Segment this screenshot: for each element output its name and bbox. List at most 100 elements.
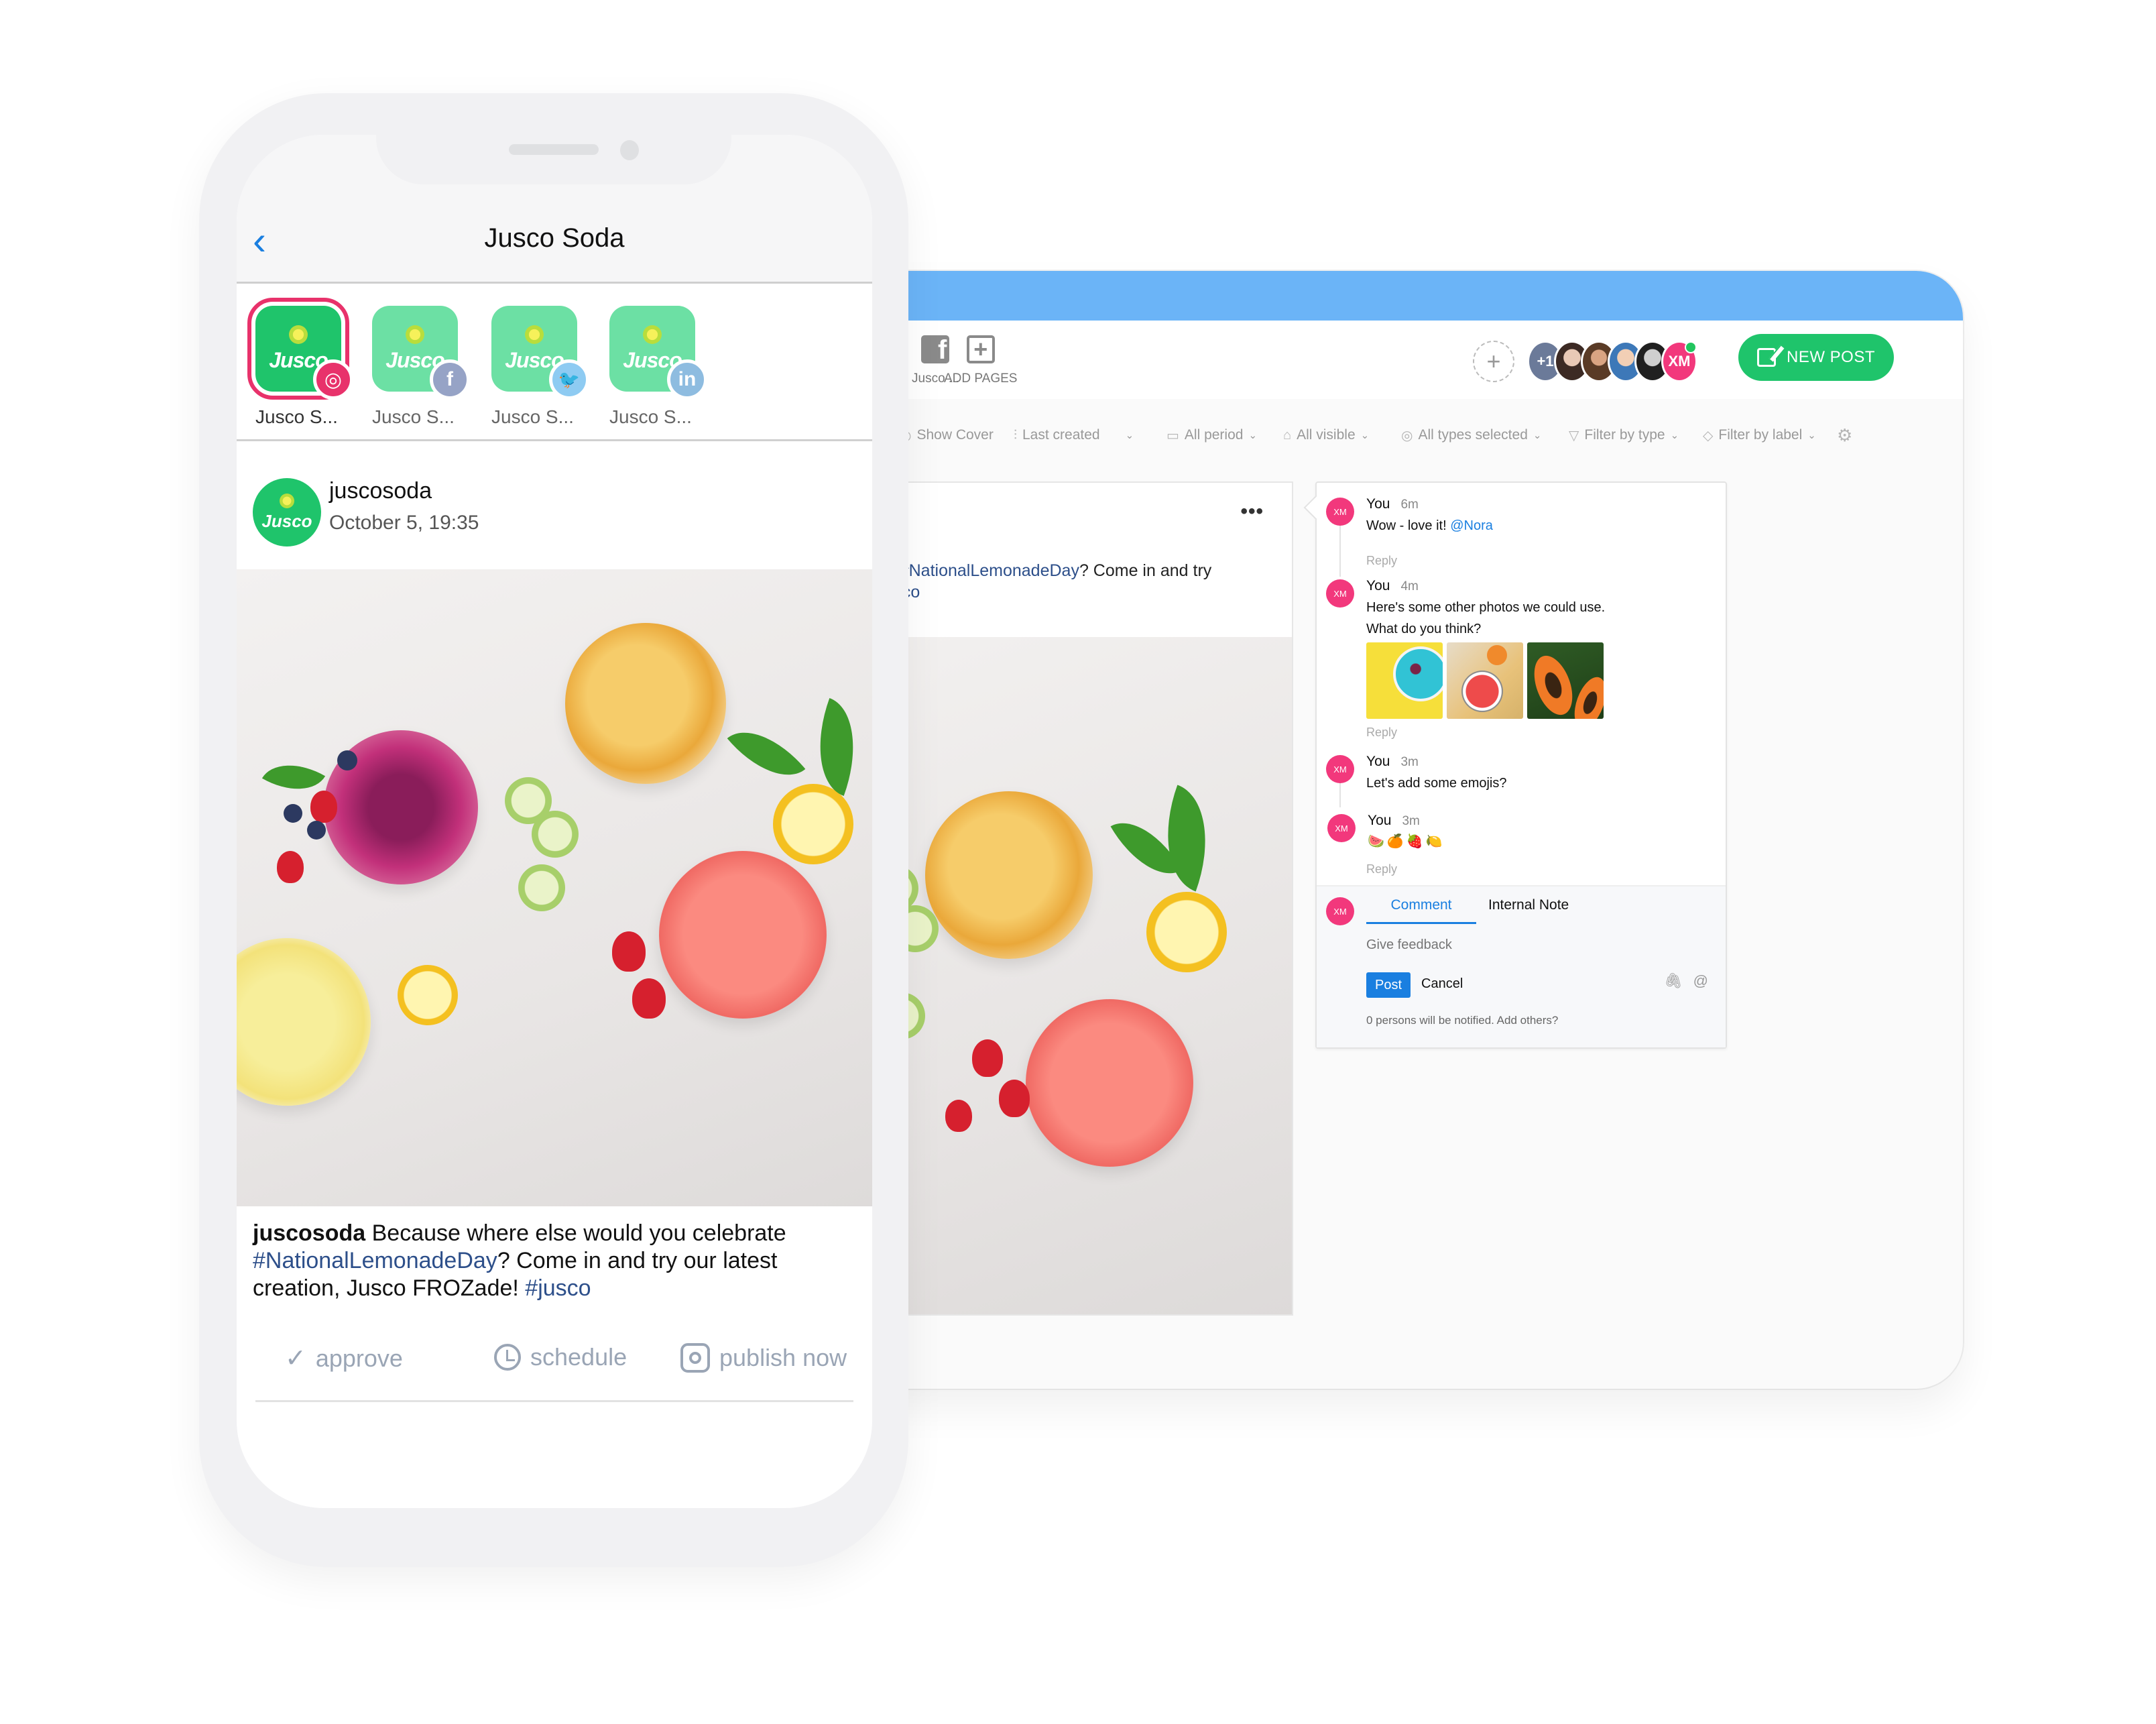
account-tile: Jusco 🐦 (491, 306, 589, 400)
leaf (799, 697, 872, 797)
add-pages-icon: + (966, 335, 995, 363)
paperclip-icon[interactable]: 🖇 (1664, 972, 1683, 990)
filter-label: Show Cover (916, 427, 994, 443)
watermelon-photo[interactable] (1447, 642, 1523, 719)
comment-avatar: XM (1327, 814, 1356, 842)
caption-username[interactable]: juscosoda (253, 1220, 365, 1246)
chevron-down-icon: ⌄ (1125, 430, 1134, 441)
hashtag-link[interactable]: #NationalLemonadeDay (253, 1248, 497, 1273)
tab-internal-note[interactable]: Internal Note (1488, 897, 1569, 913)
add-pages-button[interactable]: + ADD PAGES (944, 335, 1017, 386)
notify-text[interactable]: 0 persons will be notified. Add others? (1366, 1014, 1558, 1027)
chevron-down-icon: ⌄ (1670, 430, 1679, 441)
account-linkedin[interactable]: Jusco in Jusco S... (609, 306, 710, 428)
filter-by-label[interactable]: ◇ Filter by label ⌄ (1703, 427, 1816, 444)
post-caption: ate #NationalLemonadeDay? Come in and tr… (872, 560, 1247, 603)
desktop-app-window: f Jusco ... + ADD PAGES + +1 XM NEW POST… (872, 271, 1963, 1389)
funnel-icon: ▽ (1569, 428, 1579, 443)
comment-time: 3m (1400, 755, 1419, 769)
post-comment-button[interactable]: Post (1366, 972, 1411, 998)
new-post-button[interactable]: NEW POST (1738, 334, 1894, 381)
lime-logo-icon (280, 493, 294, 508)
frozade-glass (1026, 999, 1193, 1167)
schedule-label: schedule (530, 1343, 627, 1371)
smoothie-bowl-photo[interactable] (1366, 642, 1443, 719)
filter-label: All types selected (1418, 427, 1528, 443)
papaya-photo[interactable] (1527, 642, 1604, 719)
blueberry (307, 821, 326, 840)
reply-link[interactable]: Reply (1366, 862, 1397, 876)
brand-wordmark: Jusco (261, 510, 312, 531)
account-selector: Jusco ◎ Jusco S... Jusco f Jusco S... Ju… (237, 286, 872, 441)
strawberry (632, 978, 666, 1019)
chevron-down-icon: ⌄ (1807, 430, 1816, 441)
mention-link[interactable]: @Nora (1450, 518, 1493, 533)
comment-avatar: XM (1326, 579, 1354, 608)
filter-label: Filter by label (1718, 427, 1803, 443)
mention-icon[interactable]: @ (1693, 972, 1708, 990)
lemon-slush-glass (237, 938, 371, 1106)
approve-label: approve (315, 1344, 403, 1372)
leaf (727, 712, 806, 795)
collaborator-avatars[interactable]: +1 XM (1527, 341, 1697, 382)
checkmark-icon: ✓ (285, 1344, 306, 1373)
comment-author: You (1366, 578, 1390, 593)
strawberry (945, 1100, 972, 1132)
comment-time: 6m (1400, 498, 1419, 512)
approve-button[interactable]: ✓ approve (285, 1343, 403, 1373)
reply-link[interactable]: Reply (1366, 726, 1397, 740)
cancel-button[interactable]: Cancel (1421, 976, 1463, 992)
lemon-slice (773, 784, 853, 864)
camera (620, 140, 639, 160)
lemon-slice (398, 965, 458, 1025)
account-facebook[interactable]: Jusco f Jusco S... (372, 306, 473, 428)
post-preview-card[interactable]: ••• ate #NationalLemonadeDay? Come in an… (872, 481, 1293, 1316)
comment-text: Wow - love it! (1366, 518, 1451, 533)
eye-icon: ◎ (1401, 428, 1413, 443)
edit-icon (1756, 348, 1776, 367)
post-caption: juscosoda Because where else would you c… (253, 1220, 856, 1302)
chevron-down-icon: ⌄ (1533, 430, 1542, 441)
composer-avatar: XM (1326, 897, 1354, 925)
filter-period[interactable]: ▭ All period ⌄ (1166, 427, 1257, 444)
instagram-icon (680, 1343, 710, 1373)
schedule-button[interactable]: schedule (494, 1343, 627, 1371)
pages-toolbar: f Jusco ... + ADD PAGES + +1 XM NEW POST (872, 321, 1963, 399)
filter-visibility[interactable]: ⌂ All visible ⌄ (1283, 427, 1369, 443)
app-header-bar (872, 271, 1963, 321)
comment-author: You (1368, 813, 1392, 828)
filter-types[interactable]: ◎ All types selected ⌄ (1401, 427, 1541, 444)
lime-logo-icon (406, 325, 424, 344)
reply-link[interactable]: Reply (1366, 554, 1397, 568)
strawberry (999, 1080, 1030, 1117)
phone-screen: ‹ Jusco Soda Jusco ◎ Jusco S... Jusco f … (237, 135, 872, 1508)
attachment-gallery (1366, 642, 1604, 719)
account-instagram[interactable]: Jusco ◎ Jusco S... (247, 298, 356, 428)
filter-last-created[interactable]: ⫶ Last created ⌄ (1014, 427, 1134, 443)
lemon-slice (1146, 892, 1227, 972)
feedback-input[interactable] (1366, 937, 1675, 953)
tag-icon: ◇ (1703, 428, 1714, 443)
post-image (237, 569, 872, 1206)
post-date: October 5, 19:35 (329, 512, 479, 534)
lime-logo-icon (289, 325, 308, 344)
publish-label: publish now (719, 1344, 847, 1371)
hashtag-link[interactable]: #jusco (525, 1275, 591, 1301)
filter-by-type[interactable]: ▽ Filter by type ⌄ (1569, 427, 1679, 444)
thread-line (1339, 523, 1341, 577)
more-options-icon[interactable]: ••• (1240, 500, 1264, 523)
speaker (509, 144, 599, 155)
strawberry (612, 931, 646, 972)
cucumber-slice (532, 811, 579, 858)
settings-button[interactable]: ⚙ (1837, 425, 1852, 446)
account-twitter[interactable]: Jusco 🐦 Jusco S... (491, 306, 592, 428)
filter-show-cover[interactable]: ◎ Show Cover (900, 427, 994, 444)
tab-comment[interactable]: Comment (1366, 897, 1476, 924)
add-collaborator-button[interactable]: + (1473, 341, 1514, 382)
account-avatar[interactable]: Jusco (253, 478, 321, 547)
hashtag-link[interactable]: #NationalLemonadeDay (900, 561, 1079, 580)
current-user-avatar[interactable]: XM (1661, 341, 1697, 382)
account-name: Jusco S... (609, 406, 692, 427)
publish-now-button[interactable]: publish now (680, 1343, 847, 1373)
post-username[interactable]: juscosoda (329, 478, 432, 504)
